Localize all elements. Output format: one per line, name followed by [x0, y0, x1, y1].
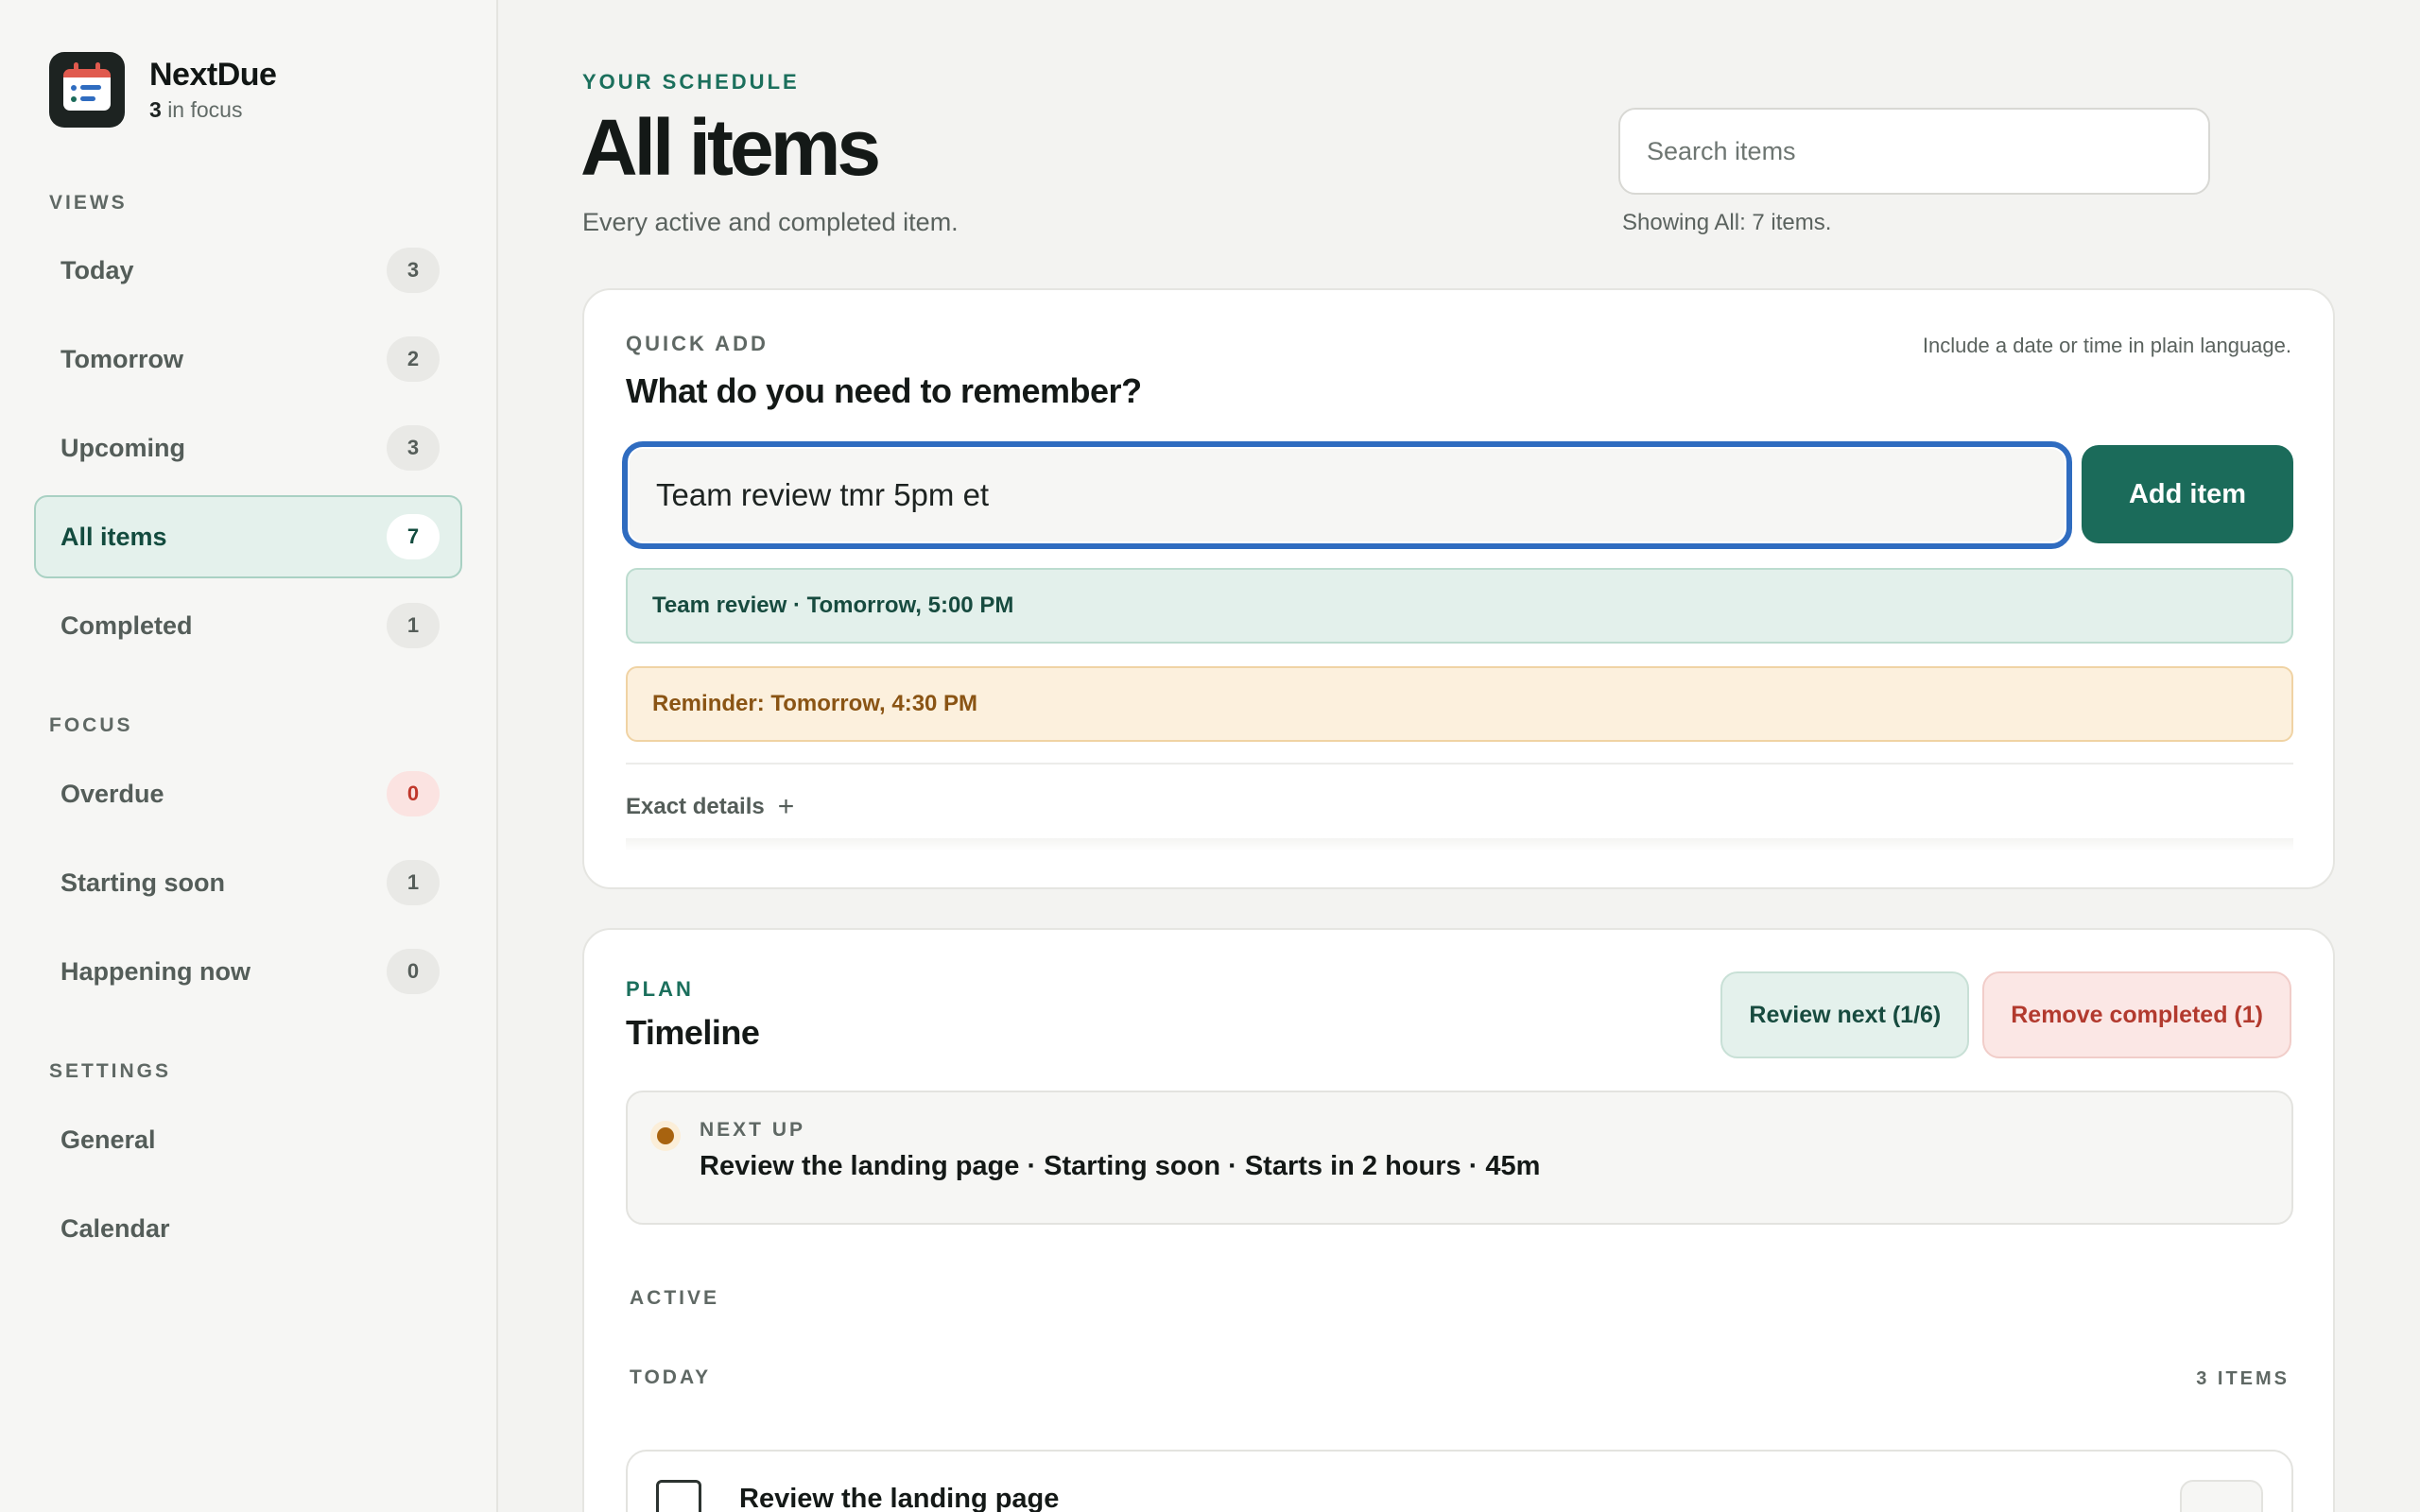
exact-details-toggle[interactable]: Exact details +	[626, 791, 794, 823]
divider	[626, 763, 2293, 765]
sidebar-item-label: Upcoming	[60, 433, 185, 462]
today-group-count: 3 ITEMS	[2196, 1368, 2290, 1389]
sidebar-item-label: Tomorrow	[60, 344, 183, 373]
count-badge: 3	[387, 425, 440, 471]
quick-add-eyebrow: QUICK ADD	[626, 332, 769, 355]
sidebar-item-label: All items	[60, 522, 167, 551]
sidebar-item-label: Happening now	[60, 956, 251, 986]
plan-eyebrow: PLAN	[626, 977, 694, 1001]
sidebar-item-label: Starting soon	[60, 868, 225, 897]
sidebar-item-label: Today	[60, 255, 134, 284]
sidebar-item-all-items[interactable]: All items 7	[34, 495, 462, 578]
review-next-button[interactable]: Review next (1/6)	[1720, 971, 1970, 1058]
brand: NextDue 3 in focus	[49, 52, 277, 128]
search-status: Showing All: 7 items.	[1622, 210, 1832, 235]
quick-add-hint: Include a date or time in plain language…	[1922, 334, 2291, 357]
page-subtitle: Every active and completed item.	[582, 208, 959, 236]
count-badge: 2	[387, 336, 440, 382]
sidebar-item-general[interactable]: General	[34, 1098, 462, 1181]
task-checkbox[interactable]	[656, 1480, 701, 1512]
sidebar-item-overdue[interactable]: Overdue 0	[34, 752, 462, 835]
plan-actions: Review next (1/6) Remove completed (1)	[1707, 971, 2291, 1058]
sidebar-item-label: Completed	[60, 610, 193, 640]
views-section-label: VIEWS	[49, 192, 128, 214]
task-row[interactable]: Review the landing page	[626, 1450, 2293, 1512]
count-badge: 0	[387, 771, 440, 816]
sidebar-item-completed[interactable]: Completed 1	[34, 584, 462, 667]
active-section-label: ACTIVE	[630, 1287, 720, 1309]
focus-section-label: FOCUS	[49, 714, 133, 736]
focus-count: 3	[149, 97, 162, 122]
next-up-label: NEXT UP	[700, 1119, 806, 1141]
sidebar: NextDue 3 in focus VIEWS Today 3 Tomorro…	[0, 0, 498, 1512]
status-dot-icon	[650, 1121, 681, 1151]
plan-title: Timeline	[626, 1013, 760, 1052]
count-badge: 3	[387, 248, 440, 293]
sidebar-item-tomorrow[interactable]: Tomorrow 2	[34, 318, 462, 401]
parsed-reminder-preview: Reminder: Tomorrow, 4:30 PM	[626, 666, 2293, 742]
sidebar-item-starting-soon[interactable]: Starting soon 1	[34, 841, 462, 924]
next-up-title: Review the landing page · Starting soon …	[700, 1151, 1541, 1181]
count-badge: 1	[387, 603, 440, 648]
count-badge: 7	[387, 514, 440, 559]
quick-add-card: QUICK ADD Include a date or time in plai…	[582, 288, 2335, 889]
count-badge: 0	[387, 949, 440, 994]
remove-completed-button[interactable]: Remove completed (1)	[1982, 971, 2291, 1058]
page-title: All items	[580, 103, 881, 192]
calendar-logo-icon	[49, 52, 125, 128]
settings-section-label: SETTINGS	[49, 1060, 172, 1082]
today-group-label: TODAY	[630, 1366, 712, 1388]
sidebar-item-label: Calendar	[60, 1213, 170, 1243]
sidebar-item-today[interactable]: Today 3	[34, 229, 462, 312]
task-title: Review the landing page	[739, 1484, 1060, 1512]
sidebar-item-label: Overdue	[60, 779, 164, 808]
sidebar-item-happening-now[interactable]: Happening now 0	[34, 930, 462, 1013]
sidebar-item-label: General	[60, 1125, 156, 1154]
parsed-time-preview: Team review · Tomorrow, 5:00 PM	[626, 568, 2293, 644]
exact-details-label: Exact details	[626, 794, 765, 819]
next-up-banner[interactable]: NEXT UP Review the landing page · Starti…	[626, 1091, 2293, 1225]
count-badge: 1	[387, 860, 440, 905]
task-menu-button[interactable]	[2180, 1480, 2263, 1512]
focus-summary: 3 in focus	[149, 97, 276, 123]
sidebar-item-upcoming[interactable]: Upcoming 3	[34, 406, 462, 490]
divider	[626, 838, 2293, 851]
page-eyebrow: YOUR SCHEDULE	[582, 70, 800, 94]
app-name: NextDue	[149, 57, 277, 93]
quick-add-input[interactable]	[622, 441, 2072, 549]
plan-card: PLAN Timeline Review next (1/6) Remove c…	[582, 928, 2335, 1512]
plus-icon: +	[777, 791, 795, 822]
search-input[interactable]	[1618, 108, 2210, 195]
focus-suffix: in focus	[167, 97, 243, 122]
quick-add-title: What do you need to remember?	[626, 371, 1142, 410]
sidebar-item-calendar[interactable]: Calendar	[34, 1187, 462, 1270]
add-item-button[interactable]: Add item	[2082, 445, 2293, 543]
